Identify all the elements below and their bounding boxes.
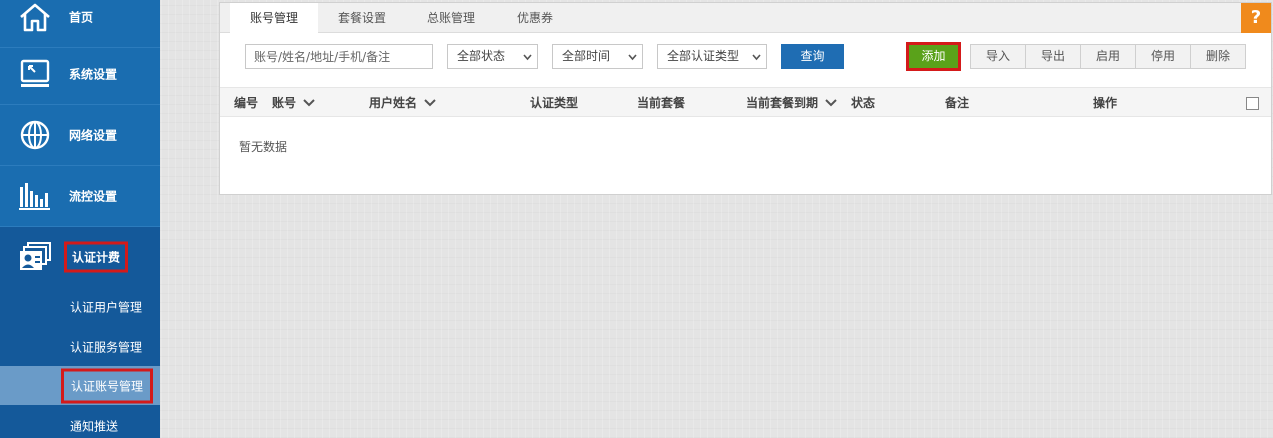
chevron-down-icon [628, 54, 637, 61]
tab-ledger-management[interactable]: 总账管理 [413, 3, 489, 33]
search-input[interactable] [245, 44, 433, 69]
submenu-auth-service-management[interactable]: 认证服务管理 [0, 327, 160, 366]
status-select-value: 全部状态 [457, 49, 506, 63]
submenu-auth-account-management[interactable]: 认证账号管理 [0, 366, 160, 405]
nav-item-auth-billing[interactable]: 认证计费 [0, 227, 160, 287]
globe-icon [20, 120, 50, 150]
auth-billing-submenu: 认证用户管理 认证服务管理 认证账号管理 通知推送 [0, 287, 160, 438]
tab-package-settings[interactable]: 套餐设置 [324, 3, 400, 33]
select-all-checkbox[interactable] [1246, 97, 1259, 110]
help-button[interactable]: ? [1241, 3, 1271, 33]
delete-button[interactable]: 删除 [1190, 44, 1246, 69]
submenu-auth-user-management[interactable]: 认证用户管理 [0, 287, 160, 326]
home-icon [20, 3, 50, 32]
nav-item-flow-control[interactable]: 流控设置 [0, 166, 160, 227]
time-select-value: 全部时间 [562, 49, 611, 63]
nav-label-network-settings: 网络设置 [69, 128, 118, 143]
bar-chart-icon [19, 183, 50, 210]
import-button[interactable]: 导入 [970, 44, 1026, 69]
status-select[interactable]: 全部状态 [447, 44, 538, 69]
column-id: 编号 [234, 96, 259, 110]
nav-label-home: 首页 [69, 10, 94, 25]
column-username[interactable]: 用户姓名 [369, 88, 436, 118]
column-auth-type: 认证类型 [530, 96, 579, 110]
submenu-notification-push[interactable]: 通知推送 [0, 406, 160, 438]
column-account-label: 账号 [272, 96, 297, 110]
nav-label-flow-control: 流控设置 [69, 189, 118, 204]
submenu-label: 认证账号管理 [61, 368, 154, 403]
column-account[interactable]: 账号 [272, 88, 315, 118]
query-button[interactable]: 查询 [781, 44, 844, 69]
tab-coupons[interactable]: 优惠券 [502, 3, 568, 33]
disable-button[interactable]: 停用 [1135, 44, 1191, 69]
nav-label-system-settings: 系统设置 [69, 67, 118, 82]
tab-account-management[interactable]: 账号管理 [230, 3, 318, 34]
enable-button[interactable]: 启用 [1080, 44, 1136, 69]
auth-type-select-value: 全部认证类型 [667, 49, 740, 63]
submenu-label: 认证用户管理 [70, 300, 143, 314]
column-username-label: 用户姓名 [369, 96, 418, 110]
column-current-package: 当前套餐 [637, 96, 686, 110]
sidebar: 首页 系统设置 网络设置 流控设置 认证计费 认证用户管理 认证服务管理 认证账… [0, 0, 160, 438]
chevron-down-icon [752, 54, 761, 61]
account-management-panel: 账号管理 套餐设置 总账管理 优惠券 ? 全部状态 全部时间 全部认证类型 查询… [219, 2, 1272, 195]
sort-chevron-icon [424, 99, 436, 107]
nav-item-home[interactable]: 首页 [0, 0, 160, 48]
monitor-icon [20, 59, 50, 87]
nav-item-system-settings[interactable]: 系统设置 [0, 44, 160, 105]
tab-bar: 账号管理 套餐设置 总账管理 优惠券 ? [220, 3, 1271, 34]
id-card-icon [20, 242, 51, 270]
sort-chevron-icon [303, 99, 315, 107]
nav-item-network-settings[interactable]: 网络设置 [0, 105, 160, 166]
column-status: 状态 [851, 96, 876, 110]
empty-table-message: 暂无数据 [239, 140, 288, 154]
sort-chevron-icon [825, 99, 837, 107]
nav-label-auth-billing: 认证计费 [64, 241, 129, 273]
column-package-expiry-label: 当前套餐到期 [746, 96, 819, 110]
time-select[interactable]: 全部时间 [552, 44, 643, 69]
column-package-expiry[interactable]: 当前套餐到期 [746, 88, 837, 118]
submenu-label: 通知推送 [70, 419, 119, 433]
auth-type-select[interactable]: 全部认证类型 [657, 44, 767, 69]
export-button[interactable]: 导出 [1025, 44, 1081, 69]
chevron-down-icon [523, 54, 532, 61]
add-button-highlight: 添加 [906, 42, 961, 71]
column-actions: 操作 [1093, 96, 1118, 110]
action-button-group: 导入 导出 启用 停用 删除 [970, 44, 1246, 69]
add-button[interactable]: 添加 [909, 45, 958, 68]
table-header: 编号 账号 用户姓名 认证类型 当前套餐 当前套餐到期 状态 备注 操作 [220, 87, 1271, 117]
column-remarks: 备注 [945, 96, 970, 110]
submenu-label: 认证服务管理 [70, 340, 143, 354]
